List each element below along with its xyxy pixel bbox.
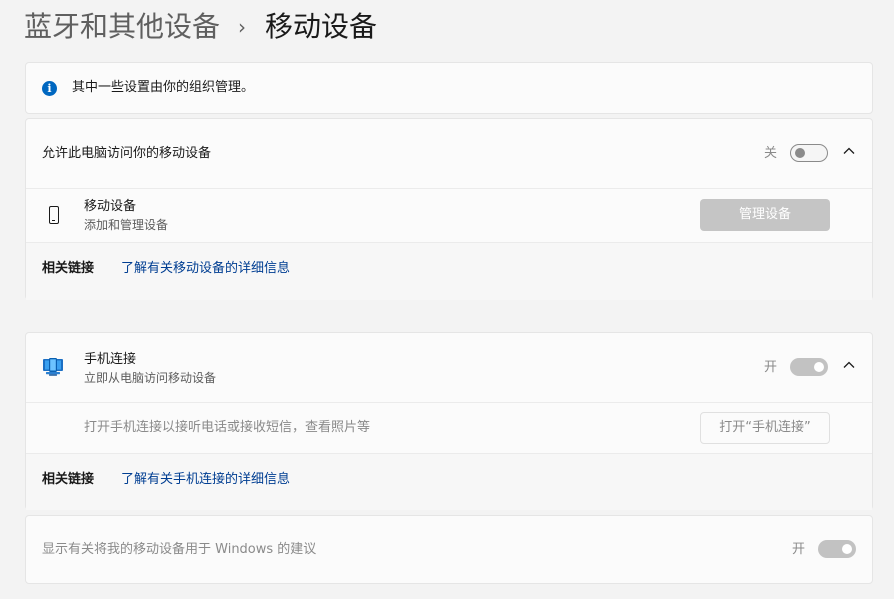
open-phone-link-button[interactable]: 打开“手机连接”	[700, 412, 830, 444]
info-icon: i	[42, 81, 57, 96]
mobile-related-links: 相关链接 了解有关移动设备的详细信息	[26, 243, 872, 300]
chevron-up-icon[interactable]	[842, 144, 856, 163]
phone-link-detail-text: 打开手机连接以接听电话或接收短信，查看照片等	[84, 420, 371, 435]
mobile-device-row: 移动设备 添加和管理设备 管理设备	[26, 189, 872, 242]
phone-link-detail-row: 打开手机连接以接听电话或接收短信，查看照片等 打开“手机连接”	[26, 403, 872, 453]
mobile-device-title: 移动设备	[84, 199, 137, 214]
page-title: 移动设备	[265, 10, 378, 43]
suggestions-card: 显示有关将我的移动设备用于 Windows 的建议 开	[25, 515, 873, 584]
suggestions-text: 显示有关将我的移动设备用于 Windows 的建议	[42, 542, 317, 557]
org-notice-text: 其中一些设置由你的组织管理。	[72, 80, 255, 95]
suggestions-toggle[interactable]	[818, 540, 856, 558]
phone-icon	[49, 206, 59, 224]
phone-link-subtitle: 立即从电脑访问移动设备	[84, 371, 217, 385]
phone-link-toggle-state: 开	[764, 360, 778, 375]
mobile-access-title: 允许此电脑访问你的移动设备	[42, 146, 212, 161]
mobile-access-header[interactable]: 允许此电脑访问你的移动设备 关	[26, 119, 872, 188]
mobile-devices-card: 允许此电脑访问你的移动设备 关 移动设备 添加和管理设备 管理设备 相关链接 了…	[25, 118, 873, 300]
phone-link-card: 手机连接 立即从电脑访问移动设备 开 打开手机连接以接听电话或接收短信，查看照片…	[25, 332, 873, 510]
phone-link-learn-more-link[interactable]: 了解有关手机连接的详细信息	[121, 471, 290, 489]
phone-link-toggle[interactable]	[790, 358, 828, 376]
chevron-up-icon[interactable]	[842, 358, 856, 377]
phone-link-header[interactable]: 手机连接 立即从电脑访问移动设备 开	[26, 333, 872, 402]
related-links-label: 相关链接	[42, 261, 95, 276]
mobile-access-toggle-state: 关	[764, 146, 778, 161]
related-links-label: 相关链接	[42, 472, 95, 487]
breadcrumb-separator-icon: ›	[238, 15, 246, 39]
org-notice-card: i 其中一些设置由你的组织管理。	[25, 62, 873, 114]
mobile-learn-more-link[interactable]: 了解有关移动设备的详细信息	[121, 260, 290, 278]
mobile-access-toggle[interactable]	[790, 144, 828, 162]
mobile-device-subtitle: 添加和管理设备	[84, 218, 169, 232]
breadcrumb-parent[interactable]: 蓝牙和其他设备	[24, 8, 220, 46]
phone-link-related-links: 相关链接 了解有关手机连接的详细信息	[26, 454, 872, 510]
phone-link-title: 手机连接	[84, 352, 137, 367]
phone-link-icon	[42, 357, 64, 377]
manage-devices-button[interactable]: 管理设备	[700, 199, 830, 231]
suggestions-toggle-state: 开	[792, 542, 806, 557]
